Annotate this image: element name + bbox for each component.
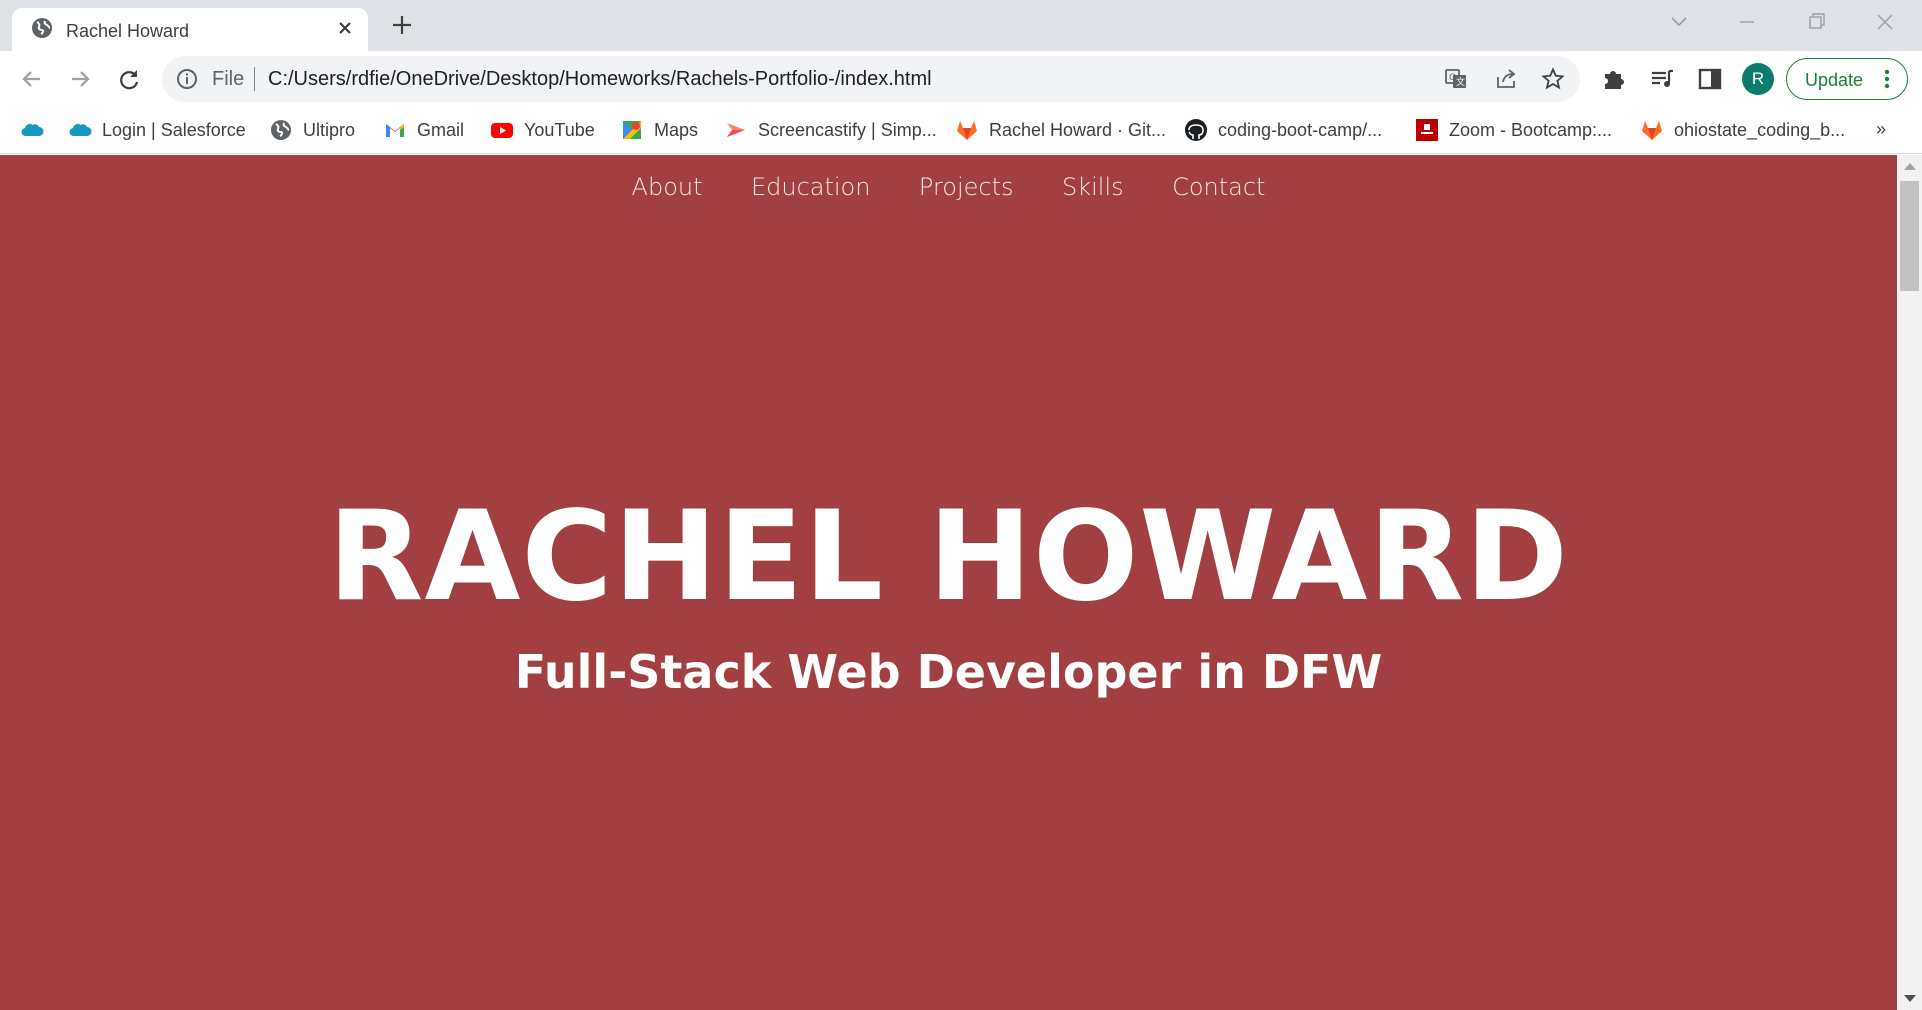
salesforce-cloud-icon — [69, 123, 92, 137]
bookmark-label: Screencastify | Simp... — [758, 119, 937, 140]
address-divider — [254, 67, 255, 91]
bookmark-star-icon[interactable] — [1541, 67, 1565, 91]
youtube-icon — [491, 123, 513, 138]
bookmark-rachel-howard-git[interactable]: Rachel Howard · Git... — [955, 116, 1166, 144]
vertical-scrollbar[interactable] — [1897, 155, 1922, 1010]
bookmark-label: Zoom - Bootcamp:... — [1449, 119, 1613, 140]
nav-link-projects[interactable]: Projects — [919, 173, 1014, 201]
page-viewport: About Education Projects Skills Contact … — [0, 155, 1897, 1010]
translate-icon[interactable]: G 文 — [1444, 67, 1468, 91]
bookmark-label: ohiostate_coding_b... — [1674, 119, 1846, 140]
new-tab-plus-icon[interactable] — [390, 13, 414, 37]
side-panel-icon[interactable] — [1696, 65, 1724, 93]
browser-toolbar: File C:/Users/rdfie/OneDrive/Desktop/Hom… — [0, 51, 1922, 107]
tab-search-chevron-icon[interactable] — [1664, 10, 1694, 34]
reload-icon[interactable] — [115, 65, 143, 93]
svg-text:文: 文 — [1456, 76, 1465, 88]
back-arrow-icon[interactable] — [18, 65, 46, 93]
browser-tab[interactable]: Rachel Howard — [12, 8, 368, 51]
nav-link-contact[interactable]: Contact — [1172, 173, 1265, 201]
scroll-down-arrow-icon[interactable] — [1904, 995, 1916, 1002]
bookmark-ohiostate-coding[interactable]: ohiostate_coding_b... — [1640, 116, 1845, 144]
bookmark-gmail[interactable]: Gmail — [383, 116, 464, 144]
reading-list-icon[interactable] — [1648, 65, 1676, 93]
bookmark-coding-boot-camp[interactable]: coding-boot-camp/... — [1184, 116, 1382, 144]
profile-avatar[interactable]: R — [1742, 63, 1774, 95]
nav-link-skills[interactable]: Skills — [1062, 173, 1124, 201]
salesforce-cloud-icon — [21, 123, 44, 137]
nav-link-about[interactable]: About — [632, 173, 703, 201]
hero-name: RACHEL HOWARD — [328, 485, 1569, 629]
bookmark-label: Maps — [654, 119, 699, 140]
gmail-icon — [386, 124, 404, 137]
more-bookmarks-chevron[interactable]: » — [1876, 119, 1886, 140]
tab-title: Rachel Howard — [66, 21, 190, 41]
forward-arrow-icon[interactable] — [66, 65, 94, 93]
bookmark-label: Ultipro — [303, 119, 356, 140]
bookmark-maps[interactable]: Maps — [620, 116, 698, 144]
extensions-puzzle-icon[interactable] — [1600, 65, 1628, 93]
maps-icon — [623, 121, 641, 139]
bookmark-label: YouTube — [524, 119, 595, 140]
bookmark-youtube[interactable]: YouTube — [490, 116, 595, 144]
globe-icon — [32, 18, 52, 38]
site-info-icon[interactable] — [176, 68, 198, 90]
zoom-bootcamp-icon — [1416, 119, 1438, 141]
gitlab-icon — [957, 121, 977, 140]
bookmark-label: Login | Salesforce — [102, 119, 246, 140]
github-icon — [1185, 119, 1207, 141]
bookmark-screencastify[interactable]: Screencastify | Simp... — [724, 116, 937, 144]
hero-subtitle: Full-Stack Web Developer in DFW — [514, 645, 1383, 699]
update-label: Update — [1805, 70, 1864, 90]
bookmark-ultipro[interactable]: Ultipro — [269, 116, 355, 144]
share-icon[interactable] — [1494, 67, 1518, 91]
svg-text:G: G — [1449, 73, 1456, 83]
scheme-label: File — [212, 68, 245, 90]
minimize-icon[interactable] — [1732, 10, 1762, 34]
bookmark-label: Gmail — [417, 119, 465, 140]
site-nav: About Education Projects Skills Contact — [0, 173, 1897, 201]
address-bar[interactable]: File C:/Users/rdfie/OneDrive/Desktop/Hom… — [162, 56, 1580, 102]
url-text[interactable]: C:/Users/rdfie/OneDrive/Desktop/Homework… — [268, 68, 932, 91]
gitlab-icon — [1642, 121, 1662, 140]
scroll-up-arrow-icon[interactable] — [1904, 163, 1916, 170]
nav-link-education[interactable]: Education — [751, 173, 870, 201]
more-vertical-icon — [1884, 69, 1890, 89]
close-icon[interactable] — [334, 17, 356, 39]
update-button[interactable]: Update — [1786, 58, 1908, 100]
bookmark-label: coding-boot-camp/... — [1218, 119, 1383, 140]
tab-strip: Rachel Howard — [0, 0, 1922, 51]
scrollbar-thumb[interactable] — [1900, 181, 1919, 291]
globe-icon — [271, 120, 291, 140]
bookmark-zoom-bootcamp[interactable]: Zoom - Bootcamp:... — [1415, 116, 1612, 144]
bookmark-label: Rachel Howard · Git... — [989, 119, 1167, 140]
close-window-icon[interactable] — [1870, 10, 1900, 34]
screencastify-icon — [727, 123, 745, 137]
bookmark-login-salesforce[interactable]: Login | Salesforce — [68, 116, 246, 144]
bookmark-salesforce[interactable] — [20, 116, 44, 144]
bookmarks-bar: Login | Salesforce Ultipro Gmail YouTube — [0, 107, 1922, 154]
restore-icon[interactable] — [1801, 10, 1831, 34]
